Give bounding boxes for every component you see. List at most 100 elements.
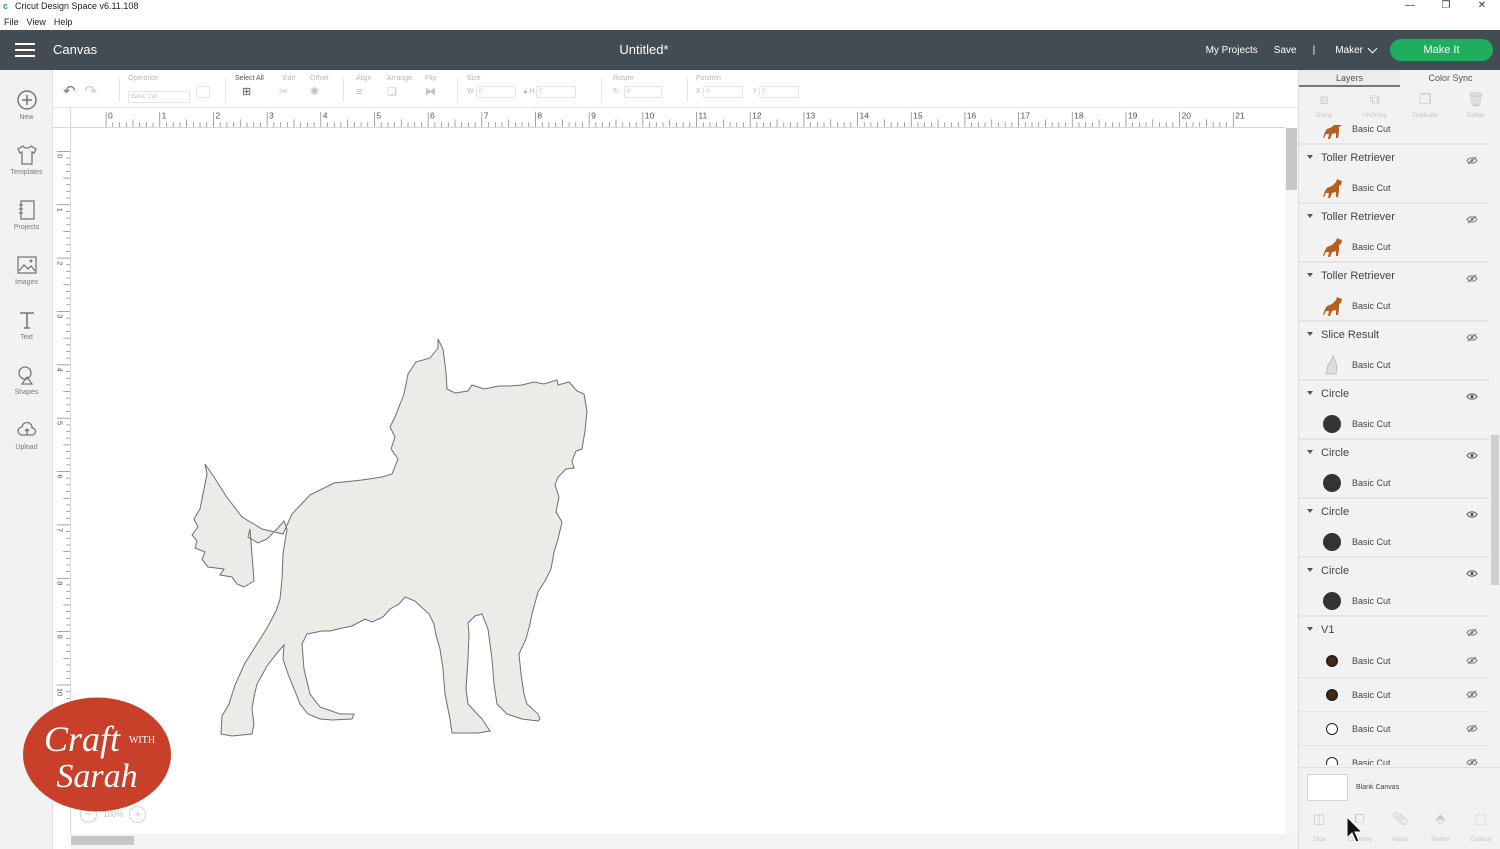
ungroup-button[interactable]: ⧉ UnGroup [1355,87,1395,125]
restore-icon[interactable]: ❐ [1428,0,1464,14]
size-h-input[interactable]: 0 [536,86,577,98]
flip-group[interactable]: Flip ⧓ [425,75,439,98]
position-x-input[interactable]: 0 [702,86,743,98]
layer-group-header[interactable]: Circle [1299,501,1489,526]
layers-scrollbar[interactable] [1490,125,1500,765]
dog-silhouette[interactable] [191,338,588,737]
layer-row[interactable]: Basic Cut [1299,408,1489,440]
layer-group-header[interactable]: Toller Retriever [1299,265,1489,290]
sidebar-item-text[interactable]: Text [0,298,53,348]
tab-color-sync[interactable]: Color Sync [1400,70,1500,87]
expand-arrow-icon[interactable] [1307,568,1313,572]
duplicate-button[interactable]: ❐ Duplicate [1405,87,1445,125]
tab-layers[interactable]: Layers [1299,70,1400,87]
sublayer-row[interactable]: Basic Cut [1299,678,1489,712]
ruler-label: 11 [698,110,707,120]
eye-hidden-icon[interactable] [1466,274,1478,283]
blank-canvas-row[interactable]: Blank Canvas [1299,767,1500,807]
layer-group-header[interactable]: Toller Retriever [1299,147,1489,172]
layer-row[interactable]: Basic Cut [1299,526,1489,558]
layer-row[interactable]: Basic Cut [1299,172,1489,204]
layer-group-header[interactable]: Toller Retriever [1299,206,1489,231]
attach-button[interactable]: 📎︎ Attach [1380,807,1420,849]
sublayer-row[interactable]: Basic Cut [1299,746,1489,765]
sidebar-item-projects[interactable]: Projects [0,188,53,238]
scroll-thumb[interactable] [1286,128,1297,190]
eye-hidden-icon[interactable] [1466,628,1478,637]
layer-group-header[interactable]: Circle [1299,442,1489,467]
sidebar-item-new[interactable]: New [0,78,53,128]
scroll-thumb[interactable] [1491,435,1499,585]
size-w-input[interactable]: 0 [475,86,516,98]
sidebar-item-shapes[interactable]: Shapes [0,353,53,403]
layer-group-header[interactable]: Circle [1299,383,1489,408]
align-group[interactable]: Align ≡ [356,75,372,98]
eye-icon[interactable] [1466,569,1478,578]
eye-hidden-icon[interactable] [1466,656,1478,665]
layer-row[interactable]: Basic Cut [1299,585,1489,617]
eye-hidden-icon[interactable] [1466,690,1478,699]
sidebar-item-templates[interactable]: Templates [0,133,53,183]
layer-row[interactable]: Basic Cut [1299,349,1489,381]
sidebar-item-images[interactable]: Images [0,243,53,293]
expand-arrow-icon[interactable] [1307,450,1313,454]
eye-hidden-icon[interactable] [1466,333,1478,342]
canvas-vertical-scrollbar[interactable] [1285,128,1298,834]
contour-button[interactable]: ⬚ Contour [1461,807,1500,849]
group-button[interactable]: ⧈ Group [1304,87,1344,125]
save-button[interactable]: Save [1274,45,1297,56]
layer-row[interactable]: Basic Cut [1299,290,1489,322]
position-y-input[interactable]: 0 [759,86,800,98]
my-projects-link[interactable]: My Projects [1206,45,1258,56]
eye-icon[interactable] [1466,451,1478,460]
layer-group-header[interactable]: Circle [1299,560,1489,585]
flatten-button[interactable]: ⬘ Flatten [1420,807,1460,849]
eye-hidden-icon[interactable] [1466,215,1478,224]
eye-icon[interactable] [1466,510,1478,519]
arrange-group[interactable]: Arrange ❏ [387,75,412,98]
select-all-group[interactable]: Select All ⊞ [235,75,264,98]
menu-help[interactable]: Help [54,17,73,27]
layer-row[interactable]: Basic Cut [1299,467,1489,499]
edit-group[interactable]: Edit ✂ [279,75,295,98]
layer-row[interactable]: Basic Cut [1299,231,1489,263]
layer-group-header[interactable]: Slice Result [1299,324,1489,349]
expand-arrow-icon[interactable] [1307,332,1313,336]
rotate-input[interactable]: 0 [623,86,662,98]
expand-arrow-icon[interactable] [1307,391,1313,395]
canvas-horizontal-scrollbar[interactable] [71,834,1298,849]
layer-group-header[interactable]: V1 [1299,619,1489,644]
offset-group[interactable]: Offset ✺ [310,75,329,98]
delete-button[interactable]: 🗑︎ Delete [1456,87,1496,125]
expand-arrow-icon[interactable] [1307,214,1313,218]
minimize-icon[interactable]: — [1392,0,1428,14]
close-icon[interactable]: ✕ [1464,0,1500,14]
machine-select[interactable]: Maker [1335,43,1378,56]
sublayer-row[interactable]: Basic Cut [1299,712,1489,746]
expand-arrow-icon[interactable] [1307,509,1313,513]
sidebar-item-upload[interactable]: Upload [0,408,53,458]
operation-select[interactable]: Basic Cut [128,91,190,103]
lock-icon[interactable]: 🔒︎ [524,88,528,95]
layer-operation: Basic Cut [1352,360,1391,370]
redo-icon[interactable]: ↷ [85,83,98,100]
menu-file[interactable]: File [4,17,19,27]
menu-view[interactable]: View [27,17,46,27]
eye-hidden-icon[interactable] [1466,724,1478,733]
scroll-thumb[interactable] [71,836,134,845]
design-canvas[interactable] [72,129,1285,834]
eye-hidden-icon[interactable] [1466,156,1478,165]
slice-button[interactable]: ◫ Slice [1299,807,1339,849]
eye-icon[interactable] [1466,392,1478,401]
expand-arrow-icon[interactable] [1307,273,1313,277]
chevron-down-icon [1367,43,1378,53]
make-it-button[interactable]: Make It [1390,39,1493,61]
expand-arrow-icon[interactable] [1307,155,1313,159]
eye-hidden-icon[interactable] [1466,758,1478,765]
material-color-swatch[interactable] [195,86,210,98]
canvas-color-swatch[interactable] [1307,774,1348,801]
sublayer-row[interactable]: Basic Cut [1299,644,1489,678]
expand-arrow-icon[interactable] [1307,627,1313,631]
undo-icon[interactable]: ↶ [63,83,76,100]
layer-row[interactable]: Basic Cut [1299,125,1489,145]
